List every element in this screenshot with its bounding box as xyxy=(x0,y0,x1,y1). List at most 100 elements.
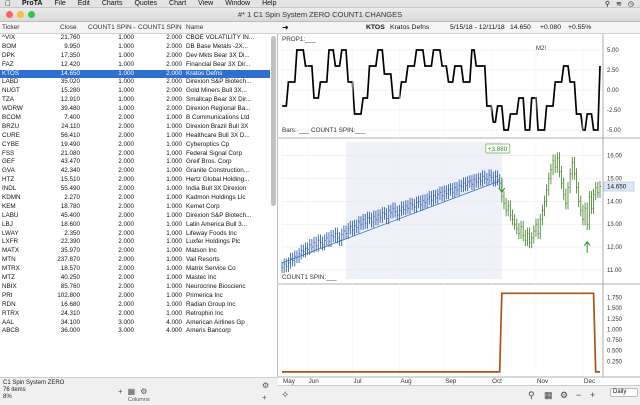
col-close[interactable]: Close xyxy=(60,24,84,31)
row-count1-spin: 2.000 xyxy=(166,96,182,104)
table-row[interactable]: ABCB 36.000 3.000 4.000 Ameris Bancorp xyxy=(0,327,270,336)
chart-zoom-out-icon[interactable]: − xyxy=(576,390,581,400)
chart-area[interactable]: 5.00 2.50 0.00 -2.50 -5.00 16.00 15.00 14.00 13.… xyxy=(278,34,640,405)
add-column-icon[interactable]: + xyxy=(118,387,123,396)
table-row[interactable]: LWAY 2.350 2.000 1.000 Lifeway Foods Inc xyxy=(0,230,270,239)
table-row[interactable]: NUGT 15.280 1.000 2.000 Gold Miners Bull 3X.… xyxy=(0,87,270,96)
col-count1-spin-prev[interactable]: COUNT1 SPIN← xyxy=(88,24,136,31)
table-row[interactable]: FSS 21.080 2.000 1.000 Federal Signal Corp xyxy=(0,150,270,159)
y-tick-label: 1.250 xyxy=(607,317,623,323)
row-count1-spin-prev: 2.000 xyxy=(118,211,134,219)
chart-svg[interactable]: 5.00 2.50 0.00 -2.50 -5.00 16.00 15.00 14.00 13.… xyxy=(278,34,640,393)
menu-app[interactable]: ProTA xyxy=(16,0,48,7)
row-count1-spin: 4.000 xyxy=(166,327,182,335)
table-row[interactable]: PRI 102.800 2.000 1.000 Primerica Inc xyxy=(0,292,270,301)
row-close: 39.480 xyxy=(60,105,80,113)
row-count1-spin-prev: 2.000 xyxy=(118,309,134,317)
table-row[interactable]: LXFR 22.390 2.000 1.000 Luxfer Holdings Plc xyxy=(0,238,270,247)
table-row[interactable]: KEM 18.780 2.000 1.000 Kemet Corp xyxy=(0,203,270,212)
close-window-icon[interactable] xyxy=(6,11,13,18)
table-row[interactable]: MTZ 40.250 2.000 1.000 Mastec Inc xyxy=(0,274,270,283)
table-row[interactable]: BOM 9.950 1.000 2.000 DB Base Metals -2X... xyxy=(0,43,270,52)
menu-window[interactable]: Window xyxy=(219,0,256,7)
row-close: 36.000 xyxy=(60,327,80,335)
list-gear-icon[interactable]: ⚙ xyxy=(262,381,269,390)
table-row[interactable]: NBIX 85.760 2.000 1.000 Neurocrine Bioscienc xyxy=(0,283,270,292)
spotlight-icon[interactable]: ⚲ xyxy=(605,0,610,8)
col-name[interactable]: Name xyxy=(186,24,246,31)
table-row[interactable]: HTZ 15.510 2.000 1.000 Hertz Global Holding.… xyxy=(0,176,270,185)
row-count1-spin: 1.000 xyxy=(166,282,182,290)
table-row[interactable]: MTRX 18.570 2.000 1.000 Matrix Service Co xyxy=(0,265,270,274)
col-ticker[interactable]: Ticker xyxy=(2,24,42,31)
table-row[interactable]: LABU 45.400 2.000 1.000 Direxion S&P Biotech… xyxy=(0,212,270,221)
row-ticker: FAZ xyxy=(2,60,14,68)
menu-chart[interactable]: Chart xyxy=(163,0,192,7)
row-count1-spin: 1.000 xyxy=(166,247,182,255)
row-ticker: BRZU xyxy=(2,122,20,130)
row-name: Neurocrine Bioscienc xyxy=(186,282,246,290)
row-close: 22.390 xyxy=(60,238,80,246)
table-row[interactable]: DPK 17.350 1.000 2.000 Dev Mkts Bear 3X Di..… xyxy=(0,52,270,61)
menu-quotes[interactable]: Quotes xyxy=(128,0,163,7)
table-row[interactable]: GVA 42.340 2.000 1.000 Granite Construction.… xyxy=(0,167,270,176)
y-tick-label: 1.000 xyxy=(607,327,623,333)
menu-help[interactable]: Help xyxy=(256,0,282,7)
row-count1-spin: 1.000 xyxy=(166,229,182,237)
clock-icon[interactable]: ◷ xyxy=(628,0,634,8)
table-row[interactable]: CYBE 19.490 2.000 1.000 Cyberoptics Cp xyxy=(0,141,270,150)
col-count1-spin[interactable]: COUNT1 SPIN xyxy=(138,24,184,31)
settings-icon[interactable]: ⚙ xyxy=(140,387,147,396)
y-tick-label: 16.00 xyxy=(607,154,623,160)
columns-icon[interactable]: ▦ xyxy=(128,387,136,396)
table-row[interactable]: KTOS 14.650 1.000 2.000 Kratos Defns xyxy=(0,69,270,79)
table-row[interactable]: KDMN 2.270 2.000 1.000 Kadmon Holdings Llc xyxy=(0,194,270,203)
table-row[interactable]: RDN 16.680 2.000 1.000 Radian Group Inc xyxy=(0,301,270,310)
row-count1-spin-prev: 1.000 xyxy=(118,105,134,113)
table-row[interactable]: LBJ 18.600 2.000 1.000 Latin America Bull 3.… xyxy=(0,221,270,230)
row-close: 102.800 xyxy=(57,291,80,299)
table-row[interactable]: ^VIX 21.760 1.000 2.000 CBOE VOLATILITY IN..… xyxy=(0,34,270,43)
row-count1-spin-prev: 1.000 xyxy=(118,51,134,59)
row-ticker: PRI xyxy=(2,291,13,299)
row-ticker: GEF xyxy=(2,158,15,166)
minimize-window-icon[interactable] xyxy=(17,11,24,18)
wifi-icon[interactable]: ≋ xyxy=(616,0,622,8)
chart-zoom-in-icon[interactable]: + xyxy=(590,390,595,400)
row-name: DB Base Metals -2X... xyxy=(186,42,248,50)
row-ticker: INDL xyxy=(2,185,17,193)
row-close: 40.250 xyxy=(60,274,80,282)
table-row[interactable]: TZA 12.910 1.000 2.000 Smallcap Bear 3X Dir.… xyxy=(0,96,270,105)
apple-icon[interactable]:  xyxy=(0,0,16,8)
menu-edit[interactable]: Edit xyxy=(72,0,96,7)
table-row[interactable]: MATX 35.970 2.000 1.000 Matson Inc xyxy=(0,247,270,256)
table-row[interactable]: RTRX 24.310 2.000 1.000 Retrophin Inc xyxy=(0,310,270,319)
chart-forward-icon[interactable]: ➜ xyxy=(282,23,289,32)
chart-layout-icon[interactable]: ▦ xyxy=(544,390,553,401)
table-row[interactable]: BCOM 7.400 2.000 1.000 B Communications Ltd xyxy=(0,114,270,123)
chart-settings-icon[interactable]: ✧ xyxy=(281,390,289,401)
menu-charts[interactable]: Charts xyxy=(96,0,129,7)
menu-file[interactable]: File xyxy=(48,0,71,7)
table-row[interactable]: LABD 35.020 1.000 2.000 Direxion S&P Biotech… xyxy=(0,78,270,87)
zoom-window-icon[interactable] xyxy=(28,11,35,18)
table-row[interactable]: FAZ 12.420 1.000 2.000 Financial Bear 3X Dir… xyxy=(0,61,270,70)
table-row[interactable]: GEF 43.470 2.000 1.000 Greif Bros. Corp xyxy=(0,158,270,167)
table-row[interactable]: WDRW 39.480 1.000 2.000 Direxion Regional Ba… xyxy=(0,105,270,114)
add-list-icon[interactable]: + xyxy=(262,393,267,402)
row-count1-spin-prev: 2.000 xyxy=(118,202,134,210)
table-row[interactable]: MTN 237.870 2.000 1.000 Vail Resorts xyxy=(0,256,270,265)
y-tick-label: 13.00 xyxy=(607,222,623,228)
table-row[interactable]: AAL 34.100 3.000 4.000 American Airlines Gp xyxy=(0,319,270,328)
row-count1-spin: 1.000 xyxy=(166,202,182,210)
menu-view[interactable]: View xyxy=(192,0,219,7)
table-row[interactable]: BRZU 24.110 2.000 1.000 Direxion Brazil Bull… xyxy=(0,123,270,132)
chart-search-icon[interactable]: ⚲ xyxy=(528,390,535,401)
row-count1-spin-prev: 2.000 xyxy=(118,274,134,282)
table-row[interactable]: INDL 55.490 2.000 1.000 India Bull 3X Direxi… xyxy=(0,185,270,194)
frequency-select[interactable]: Daily xyxy=(610,388,638,397)
table-row[interactable]: CURE 56.410 2.000 1.000 Healthcare Bull 3X D… xyxy=(0,132,270,141)
chart-tool-icon[interactable]: ⚙ xyxy=(560,390,568,401)
list-scrollbar[interactable] xyxy=(271,36,276,206)
row-count1-spin-prev: 2.000 xyxy=(118,158,134,166)
